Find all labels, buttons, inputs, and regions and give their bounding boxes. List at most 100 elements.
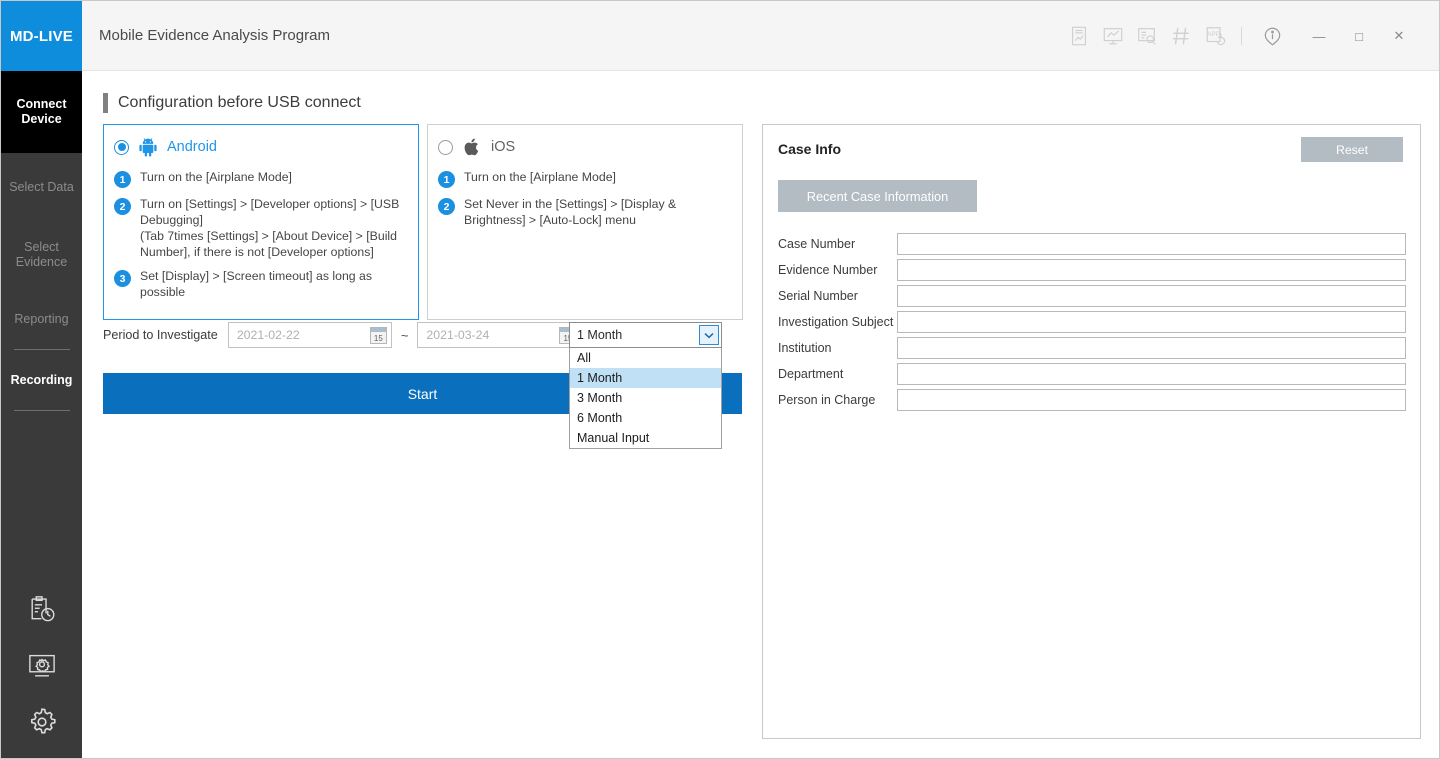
field-row-person-in-charge: Person in Charge [778, 387, 1406, 413]
evidence-number-input[interactable] [897, 259, 1406, 281]
option-3-month[interactable]: 3 Month [570, 388, 721, 408]
android-label: Android [167, 139, 217, 155]
ios-steps: 1 Turn on the [Airplane Mode] 2 Set Neve… [438, 169, 734, 236]
ios-radio[interactable] [438, 139, 453, 155]
start-date-input[interactable]: 2021-02-22 15 [227, 322, 392, 348]
android-steps: 1 Turn on the [Airplane Mode] 2 Turn on … [114, 169, 410, 308]
step-number: 1 [438, 171, 455, 188]
department-input[interactable] [897, 363, 1406, 385]
date-range-separator: ~ [400, 327, 409, 343]
maximize-button[interactable]: □ [1339, 19, 1379, 53]
titlebar-divider [1241, 27, 1242, 45]
step-number: 2 [114, 198, 131, 215]
info-icon[interactable] [1255, 19, 1289, 53]
step-number: 2 [438, 198, 455, 215]
sidebar-item-label: Reporting [14, 311, 69, 326]
app-logo[interactable]: MD-LIVE [1, 1, 82, 71]
serial-number-input[interactable] [897, 285, 1406, 307]
option-manual-input[interactable]: Manual Input [570, 428, 721, 448]
period-row: Period to Investigate 2021-02-22 15 ~ 20… [103, 322, 582, 348]
sidebar-item-label: Recording [10, 372, 73, 387]
android-header[interactable]: Android [114, 136, 217, 158]
step-number: 3 [114, 270, 131, 287]
case-info-fields: Case Number Evidence Number Serial Numbe… [778, 231, 1406, 413]
period-range-options-list[interactable]: All 1 Month 3 Month 6 Month Manual Input [569, 348, 722, 449]
sidebar-item-label: Select Evidence [15, 240, 68, 269]
settings-gear-icon[interactable] [1, 694, 82, 750]
field-label: Institution [778, 341, 832, 355]
field-row-institution: Institution [778, 335, 1406, 361]
step-item: 2 Set Never in the [Settings] > [Display… [438, 196, 734, 228]
step-text: Set Never in the [Settings] > [Display &… [464, 197, 677, 227]
step-item: 1 Turn on the [Airplane Mode] [438, 169, 734, 188]
institution-input[interactable] [897, 337, 1406, 359]
period-range-select[interactable]: 1 Month All 1 Month 3 Month 6 Month Manu… [569, 322, 722, 449]
start-date-value: 2021-02-22 [236, 328, 300, 342]
period-range-selected-value: 1 Month [577, 328, 623, 342]
case-info-title: Case Info [778, 141, 842, 157]
case-info-panel: Case Info Reset Recent Case Information … [762, 124, 1421, 739]
sidebar-item-reporting[interactable]: Reporting [1, 289, 82, 349]
titlebar-icon-group: APP — □ ✕ [1062, 19, 1419, 53]
field-row-department: Department [778, 361, 1406, 387]
recent-case-information-button[interactable]: Recent Case Information [778, 180, 977, 212]
field-label: Investigation Subject [778, 315, 894, 329]
app-title: Mobile Evidence Analysis Program [99, 27, 330, 44]
step-text: Turn on [Settings] > [Developer options]… [140, 197, 400, 259]
case-number-input[interactable] [897, 233, 1406, 255]
period-label: Period to Investigate [103, 328, 218, 342]
sidebar-item-recording[interactable]: Recording [1, 350, 82, 410]
sidebar-icon-group [1, 582, 82, 750]
ios-option-panel[interactable]: iOS 1 Turn on the [Airplane Mode] 2 Set … [427, 124, 743, 320]
main-content: Configuration before USB connect Android… [82, 71, 1439, 758]
step-text: Set [Display] > [Screen timeout] as long… [140, 269, 373, 299]
period-range-select-button[interactable]: 1 Month [569, 322, 722, 348]
step-number: 1 [114, 171, 131, 188]
ios-label: iOS [491, 139, 516, 155]
monitor-chart-icon[interactable] [1096, 19, 1130, 53]
step-text: Turn on the [Airplane Mode] [464, 170, 616, 184]
person-in-charge-input[interactable] [897, 389, 1406, 411]
chevron-down-icon[interactable] [699, 325, 719, 345]
reset-button[interactable]: Reset [1301, 137, 1403, 162]
end-date-value: 2021-03-24 [426, 328, 490, 342]
close-button[interactable]: ✕ [1379, 19, 1419, 53]
sidebar-item-connect-device[interactable]: Connect Device [1, 71, 82, 153]
section-header: Configuration before USB connect [103, 93, 361, 113]
step-item: 1 Turn on the [Airplane Mode] [114, 169, 410, 188]
field-row-case-number: Case Number [778, 231, 1406, 257]
sidebar-divider-bottom [13, 410, 70, 411]
android-robot-icon [139, 138, 157, 157]
android-radio[interactable] [114, 139, 129, 155]
report-document-icon[interactable] [1062, 19, 1096, 53]
minimize-button[interactable]: — [1299, 19, 1339, 53]
investigation-subject-input[interactable] [897, 311, 1406, 333]
field-row-serial-number: Serial Number [778, 283, 1406, 309]
field-label: Serial Number [778, 289, 858, 303]
field-row-evidence-number: Evidence Number [778, 257, 1406, 283]
option-all[interactable]: All [570, 348, 721, 368]
field-label: Evidence Number [778, 263, 878, 277]
apple-logo-icon [464, 138, 479, 156]
hash-icon[interactable] [1164, 19, 1198, 53]
sidebar: Connect Device Select Data Select Eviden… [1, 71, 82, 758]
application-window: MD-LIVE Mobile Evidence Analysis Program [0, 0, 1440, 759]
option-1-month[interactable]: 1 Month [570, 368, 721, 388]
android-option-panel[interactable]: Android 1 Turn on the [Airplane Mode] 2 … [103, 124, 419, 320]
title-bar: MD-LIVE Mobile Evidence Analysis Program [1, 1, 1439, 71]
option-6-month[interactable]: 6 Month [570, 408, 721, 428]
end-date-input[interactable]: 2021-03-24 15 [417, 322, 582, 348]
sidebar-item-select-data[interactable]: Select Data [1, 153, 82, 221]
sidebar-item-select-evidence[interactable]: Select Evidence [1, 221, 82, 289]
system-settings-icon[interactable] [1, 638, 82, 694]
calendar-icon[interactable]: 15 [369, 327, 387, 344]
list-search-icon[interactable] [1130, 19, 1164, 53]
case-history-icon[interactable] [1, 582, 82, 638]
ios-header[interactable]: iOS [438, 136, 515, 158]
field-label: Department [778, 367, 844, 381]
app-refresh-icon[interactable]: APP [1198, 19, 1232, 53]
section-accent-bar [103, 93, 108, 113]
sidebar-item-label: Connect Device [16, 97, 67, 126]
page-title: Configuration before USB connect [118, 94, 361, 111]
step-item: 2 Turn on [Settings] > [Developer option… [114, 196, 410, 260]
